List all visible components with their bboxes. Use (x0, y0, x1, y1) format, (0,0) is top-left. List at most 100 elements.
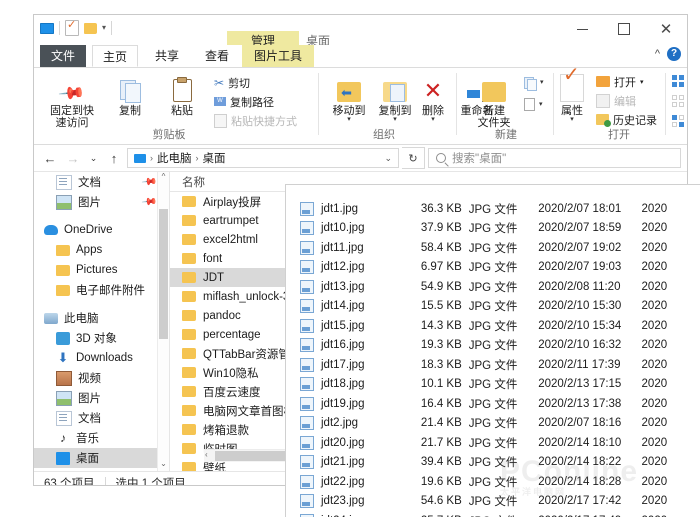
folder-icon (182, 462, 196, 471)
maximize-button[interactable] (603, 15, 645, 43)
tab-file[interactable]: 文件 (40, 45, 86, 67)
breadcrumb-dropdown-icon[interactable]: ⌄ (384, 153, 392, 164)
delete-caret-icon[interactable]: ▾ (415, 116, 451, 123)
close-button[interactable]: ✕ (645, 15, 687, 43)
copy-button[interactable]: 复制 (104, 72, 156, 117)
nav-scroll-thumb[interactable] (159, 209, 168, 339)
pin-to-quick-access-button[interactable]: 📌 固定到快 速访问 (46, 72, 98, 129)
new-item-caret-icon[interactable]: ▾ (540, 79, 544, 86)
copy-to-button[interactable]: 复制到 ▾ (369, 72, 421, 123)
nav-scroll-up-icon[interactable]: ^ (158, 172, 169, 184)
sidebar-item-label: 桌面 (76, 453, 99, 465)
file-row[interactable]: jdt15.jpg 14.3 KB JPG 文件 2020/2/10 15:34 202… (286, 316, 700, 336)
file-row[interactable]: jdt23.jpg 54.6 KB JPG 文件 2020/2/17 17:42 202… (286, 492, 700, 512)
file-type: JPG 文件 (468, 418, 518, 431)
sidebar-item-2[interactable]: OneDrive (34, 220, 169, 240)
file-row[interactable]: jdt21.jpg 39.4 KB JPG 文件 2020/2/14 18:22 202… (286, 453, 700, 473)
properties-button[interactable]: 属性 ▾ (554, 69, 590, 123)
quick-access-toolbar: ▾ (40, 18, 113, 36)
delete-button[interactable]: ✕ 删除 ▾ (415, 72, 451, 124)
file-row[interactable]: jdt2.jpg 21.4 KB JPG 文件 2020/2/07 18:16 2020 (286, 414, 700, 434)
paste-button[interactable]: 粘贴 (156, 72, 208, 117)
move-to-button[interactable]: ⬅ 移动到 ▾ (323, 72, 375, 123)
open-caret-icon[interactable]: ▾ (640, 78, 644, 86)
cut-button[interactable]: ✂ 剪切 (214, 74, 250, 91)
properties-icon[interactable] (65, 18, 79, 36)
new-folder-button[interactable]: 新建 文件夹 (468, 72, 520, 129)
ribbon-group-clipboard: 📌 固定到快 速访问 复制 粘贴 ✂ 剪切 W 复制路径 粘贴快捷方式 剪贴板 (34, 68, 319, 144)
breadcrumb-item-this-pc[interactable]: 此电脑 (157, 150, 192, 166)
back-button[interactable]: ← (40, 148, 60, 168)
new-item-button[interactable]: ▾ (524, 74, 544, 91)
easy-access-caret-icon[interactable]: ▾ (539, 101, 543, 108)
sidebar-item-7[interactable]: 3D 对象 (34, 328, 169, 348)
sidebar-item-1[interactable]: 图片 📌 (34, 192, 169, 212)
sidebar-item-4[interactable]: Pictures (34, 260, 169, 280)
move-to-caret-icon[interactable]: ▾ (323, 116, 375, 123)
group-title-select: 选择 (666, 126, 687, 142)
properties-caret-icon[interactable]: ▾ (554, 116, 590, 123)
file-date: 2020/2/07 19:02 (538, 241, 622, 254)
hscroll-thumb[interactable] (215, 451, 295, 461)
file-row[interactable]: jdt19.jpg 16.4 KB JPG 文件 2020/2/13 17:38 202… (286, 394, 700, 414)
sidebar-item-12[interactable]: ♪ 音乐 (34, 428, 169, 448)
file-name: jdt20.jpg (321, 436, 365, 449)
monitor-icon[interactable] (40, 22, 54, 34)
file-name-cell: jdt22.jpg (286, 474, 405, 489)
sidebar-item-13[interactable]: 桌面 (34, 448, 169, 468)
hscroll-left-icon[interactable]: ‹ (205, 450, 208, 459)
recent-locations-button[interactable]: ⌄ (86, 148, 101, 168)
minimize-button[interactable] (561, 15, 603, 43)
nav-scroll-down-icon[interactable]: ⌄ (158, 459, 169, 471)
file-row[interactable]: jdt18.jpg 10.1 KB JPG 文件 2020/2/13 17:15 202… (286, 375, 700, 395)
file-name-cell: jdt17.jpg (286, 357, 405, 372)
tab-view[interactable]: 查看 (194, 45, 240, 67)
new-folder-icon[interactable] (84, 22, 97, 34)
file-row[interactable]: jdt12.jpg 6.97 KB JPG 文件 2020/2/07 19:03 202… (286, 258, 700, 278)
tab-picture-tools[interactable]: 图片工具 (242, 45, 314, 67)
sidebar-item-0[interactable]: 文档 📌 (34, 172, 169, 192)
select-all-button[interactable]: 全部选择 (672, 73, 687, 90)
refresh-button[interactable]: ↻ (402, 147, 425, 169)
nav-scrollbar[interactable]: ^ ⌄ (157, 172, 169, 471)
file-row[interactable]: jdt24.jpg25.7 KBJPG 文件2020/2/17 17:49202… (286, 511, 700, 517)
file-row[interactable]: jdt10.jpg 37.9 KB JPG 文件 2020/2/07 18:59 202… (286, 219, 700, 239)
sidebar-item-6[interactable]: 此电脑 (34, 308, 169, 328)
copy-to-caret-icon[interactable]: ▾ (369, 116, 421, 123)
window-controls: ✕ (561, 15, 687, 43)
file-row[interactable]: jdt11.jpg 58.4 KB JPG 文件 2020/2/07 19:02 202… (286, 238, 700, 258)
open-button[interactable]: 打开 ▾ (596, 73, 644, 90)
file-row[interactable]: jdt13.jpg 54.9 KB JPG 文件 2020/2/08 11:20 202… (286, 277, 700, 297)
file-row[interactable]: jdt17.jpg 18.3 KB JPG 文件 2020/2/11 17:39 202… (286, 355, 700, 375)
file-row[interactable]: jdt14.jpg 15.5 KB JPG 文件 2020/2/10 15:30 202… (286, 297, 700, 317)
chevron-down-icon[interactable]: ▾ (102, 24, 106, 32)
collapse-ribbon-icon[interactable]: ^ (655, 48, 660, 60)
sidebar-item-9[interactable]: 视频 (34, 368, 169, 388)
file-row[interactable]: jdt20.jpg 21.7 KB JPG 文件 2020/2/14 18:10 202… (286, 433, 700, 453)
sidebar-item-10[interactable]: 图片 (34, 388, 169, 408)
sidebar-item-11[interactable]: 文档 (34, 408, 169, 428)
file-row[interactable]: jdt16.jpg 19.3 KB JPG 文件 2020/2/10 16:32 202… (286, 336, 700, 356)
jpg-file-icon (300, 318, 314, 333)
help-icon[interactable]: ? (667, 47, 681, 61)
tab-home[interactable]: 主页 (92, 45, 138, 67)
file-row[interactable]: jdt22.jpg 19.6 KB JPG 文件 2020/2/14 18:28 202… (286, 472, 700, 492)
breadcrumb[interactable]: › 此电脑 › 桌面 ⌄ (127, 148, 399, 168)
sidebar-item-5[interactable]: 电子邮件附件 (34, 280, 169, 300)
select-none-button[interactable]: 全部取消 (672, 93, 687, 110)
easy-access-button[interactable]: ▾ (524, 96, 543, 113)
breadcrumb-sep-1: › (150, 153, 153, 163)
sidebar-item-8[interactable]: ⬇ Downloads (34, 348, 169, 368)
file-type: JPG 文件 (462, 513, 529, 517)
file-row[interactable]: jdt1.jpg 36.3 KB JPG 文件 2020/2/07 18:01 2020 (286, 199, 700, 219)
tab-share[interactable]: 共享 (144, 45, 190, 67)
folder-name: Airplay投屏 (203, 196, 262, 209)
music-icon: ♪ (60, 430, 66, 445)
copy-path-button[interactable]: W 复制路径 (214, 93, 274, 110)
breadcrumb-item-desktop[interactable]: 桌面 (203, 150, 226, 166)
sidebar-item-3[interactable]: Apps (34, 240, 169, 260)
search-input[interactable]: 搜索"桌面" (428, 148, 681, 168)
up-button[interactable]: ↑ (104, 148, 124, 168)
file-date: 2020/2/10 15:34 (538, 319, 622, 332)
folder-icon (182, 405, 196, 416)
